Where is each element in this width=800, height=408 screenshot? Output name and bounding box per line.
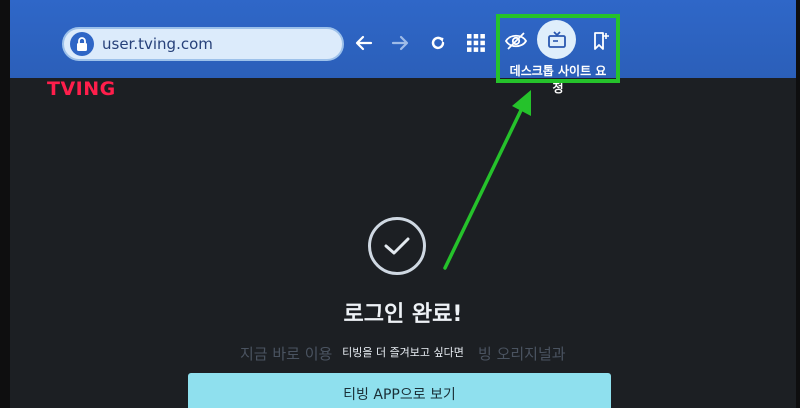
annotation-arrow <box>443 90 531 270</box>
